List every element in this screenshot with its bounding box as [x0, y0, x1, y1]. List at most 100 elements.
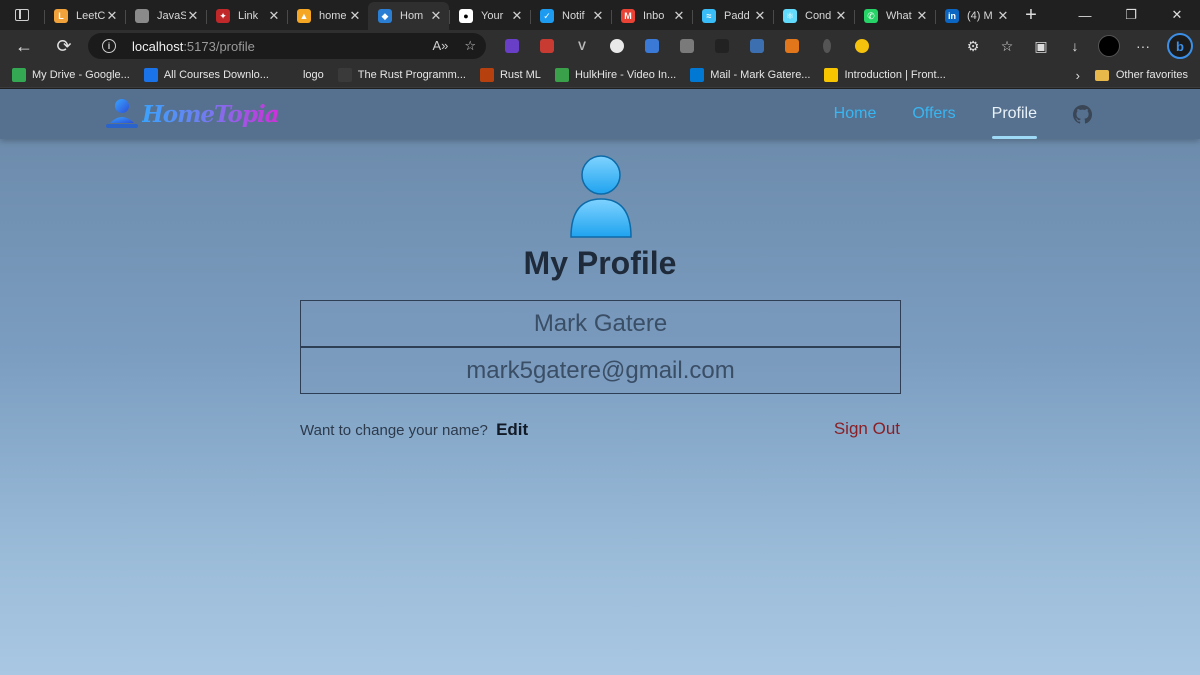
tailwind-icon: ≈ — [702, 9, 716, 23]
browser-tab[interactable]: in (4) M ✕ — [935, 2, 1016, 30]
back-button[interactable]: ← — [4, 30, 44, 62]
more-menu-icon[interactable]: ··· — [1126, 30, 1160, 62]
favorites-icon[interactable]: ☆ — [990, 30, 1024, 62]
tab-label: JavaS — [157, 10, 186, 22]
tab-close-icon[interactable]: ✕ — [105, 8, 119, 24]
tab-actions-button[interactable] — [0, 0, 44, 30]
chrome-icon[interactable] — [850, 34, 874, 58]
bookmark-label: Mail - Mark Gatere... — [710, 68, 811, 81]
vue-devtools-icon[interactable]: V — [570, 34, 594, 58]
bookmark-item[interactable]: My Drive - Google... — [12, 67, 130, 82]
extensions-bar: V — [500, 34, 874, 58]
bookmark-item[interactable]: logo — [282, 67, 324, 82]
tab-close-icon[interactable]: ✕ — [510, 8, 524, 24]
bookmark-item[interactable]: HulkHire - Video In... — [554, 67, 676, 82]
downloads-icon[interactable]: ↓ — [1058, 30, 1092, 62]
nav-offers[interactable]: Offers — [912, 89, 955, 139]
bookmark-item[interactable]: Mail - Mark Gatere... — [690, 67, 811, 82]
page-title: My Profile — [523, 245, 677, 281]
extension-calendar-icon[interactable] — [675, 34, 699, 58]
tab-label: Link — [238, 10, 259, 22]
tab-label: Padd — [724, 10, 750, 22]
extension-mic-icon[interactable] — [815, 34, 839, 58]
tab-label: Inbo — [643, 10, 665, 22]
bookmark-item[interactable]: Introduction | Front... — [824, 67, 946, 82]
nav-home[interactable]: Home — [834, 89, 877, 139]
linkedin-icon: in — [945, 9, 959, 23]
browser-tab[interactable]: ● Your ✕ — [449, 2, 530, 30]
tab-close-icon[interactable]: ✕ — [429, 8, 443, 24]
extension-red-icon[interactable] — [535, 34, 559, 58]
bookmark-item[interactable]: Rust ML — [479, 67, 541, 82]
address-bar[interactable]: i localhost:5173/profile A» ☆ — [88, 33, 486, 59]
new-tab-button[interactable]: + — [1016, 1, 1046, 29]
name-field[interactable]: Mark Gatere — [300, 300, 901, 347]
tab-close-icon[interactable]: ✕ — [834, 8, 848, 24]
other-favorites-folder[interactable]: Other favorites — [1094, 62, 1188, 88]
bookmark-label: All Courses Downlo... — [163, 68, 269, 81]
tab-close-icon[interactable]: ✕ — [915, 8, 929, 24]
tab-label: Hom — [400, 10, 424, 22]
extension-pen-icon[interactable] — [745, 34, 769, 58]
extension-gauge-icon[interactable] — [605, 34, 629, 58]
tab-label: Your — [481, 10, 504, 22]
bookmarks-overflow-chevron-icon[interactable]: › — [1076, 62, 1080, 88]
tab-label: (4) M — [967, 10, 993, 22]
add-favorite-icon[interactable]: ☆ — [464, 38, 476, 54]
tab-close-icon[interactable]: ✕ — [753, 8, 767, 24]
extension-hat-icon[interactable] — [710, 34, 734, 58]
browser-tab[interactable]: L LeetC ✕ — [44, 2, 125, 30]
tab-close-icon[interactable]: ✕ — [591, 8, 605, 24]
hometopia-icon: ◆ — [378, 9, 392, 23]
url-path: :5173/profile — [183, 38, 255, 54]
github-icon[interactable] — [1073, 104, 1092, 124]
bookmark-item[interactable]: All Courses Downlo... — [143, 67, 269, 82]
browser-tab[interactable]: ▲ home ✕ — [287, 2, 368, 30]
extension-purple-icon[interactable] — [500, 34, 524, 58]
browser-tab[interactable]: ✦ Link ✕ — [206, 2, 287, 30]
browser-tab[interactable]: ✓ Notif ✕ — [530, 2, 611, 30]
close-window-button[interactable]: ✕ — [1154, 0, 1200, 30]
read-aloud-icon[interactable]: A» — [432, 38, 448, 54]
browser-tab[interactable]: JavaS ✕ — [125, 2, 206, 30]
courses-icon — [143, 67, 158, 82]
translate-icon[interactable] — [640, 34, 664, 58]
bookmark-label: logo — [302, 68, 324, 81]
metamask-icon[interactable] — [780, 34, 804, 58]
tab-strip: L LeetC ✕ JavaS ✕ ✦ Link ✕ ▲ home ✕ ◆ Hom ✕ ● Your ✕ ✓ Not… — [0, 0, 1200, 30]
bookmark-label: The Rust Programm... — [357, 68, 466, 81]
tab-close-icon[interactable]: ✕ — [672, 8, 686, 24]
refresh-button[interactable]: ⟳ — [44, 30, 84, 62]
collections-icon[interactable]: ▣ — [1024, 30, 1058, 62]
tab-close-icon[interactable]: ✕ — [348, 8, 362, 24]
outlook-icon — [690, 67, 705, 82]
app-logo[interactable]: HomeTopia — [104, 97, 280, 131]
profile-avatar[interactable] — [1092, 30, 1126, 62]
bing-copilot-icon[interactable]: b — [1160, 30, 1200, 62]
tab-close-icon[interactable]: ✕ — [267, 8, 281, 24]
tab-close-icon[interactable]: ✕ — [996, 8, 1010, 24]
restore-button[interactable]: ❐ — [1108, 0, 1154, 30]
whatsapp-icon: ✆ — [864, 9, 878, 23]
browser-tab[interactable]: ⚛ Cond ✕ — [773, 2, 854, 30]
google-drive-icon — [12, 67, 26, 82]
edit-name-button[interactable]: Edit — [496, 420, 528, 439]
bookmark-item[interactable]: The Rust Programm... — [337, 67, 466, 82]
tab-close-icon[interactable]: ✕ — [186, 8, 200, 24]
bookmark-label: Rust ML — [499, 68, 541, 81]
nav-profile[interactable]: Profile — [991, 89, 1038, 139]
react-icon: ⚛ — [783, 9, 797, 23]
profile-avatar-icon — [570, 155, 632, 238]
browser-tab[interactable]: ≈ Padd ✕ — [692, 2, 773, 30]
extensions-icon[interactable]: ⚙ — [956, 30, 990, 62]
browser-tab[interactable]: ◆ Hom ✕ — [368, 2, 449, 30]
minimize-button[interactable]: — — [1062, 0, 1108, 30]
tab-label: home — [319, 10, 347, 22]
browser-tab[interactable]: M Inbo ✕ — [611, 2, 692, 30]
sign-out-button[interactable]: Sign Out — [834, 419, 900, 439]
browser-tab[interactable]: ✆ What ✕ — [854, 2, 935, 30]
window-controls: — ❐ ✕ — [1062, 0, 1200, 30]
frontend-icon — [824, 67, 839, 82]
email-field[interactable]: mark5gatere@gmail.com — [300, 347, 901, 394]
site-info-icon[interactable]: i — [102, 39, 116, 53]
